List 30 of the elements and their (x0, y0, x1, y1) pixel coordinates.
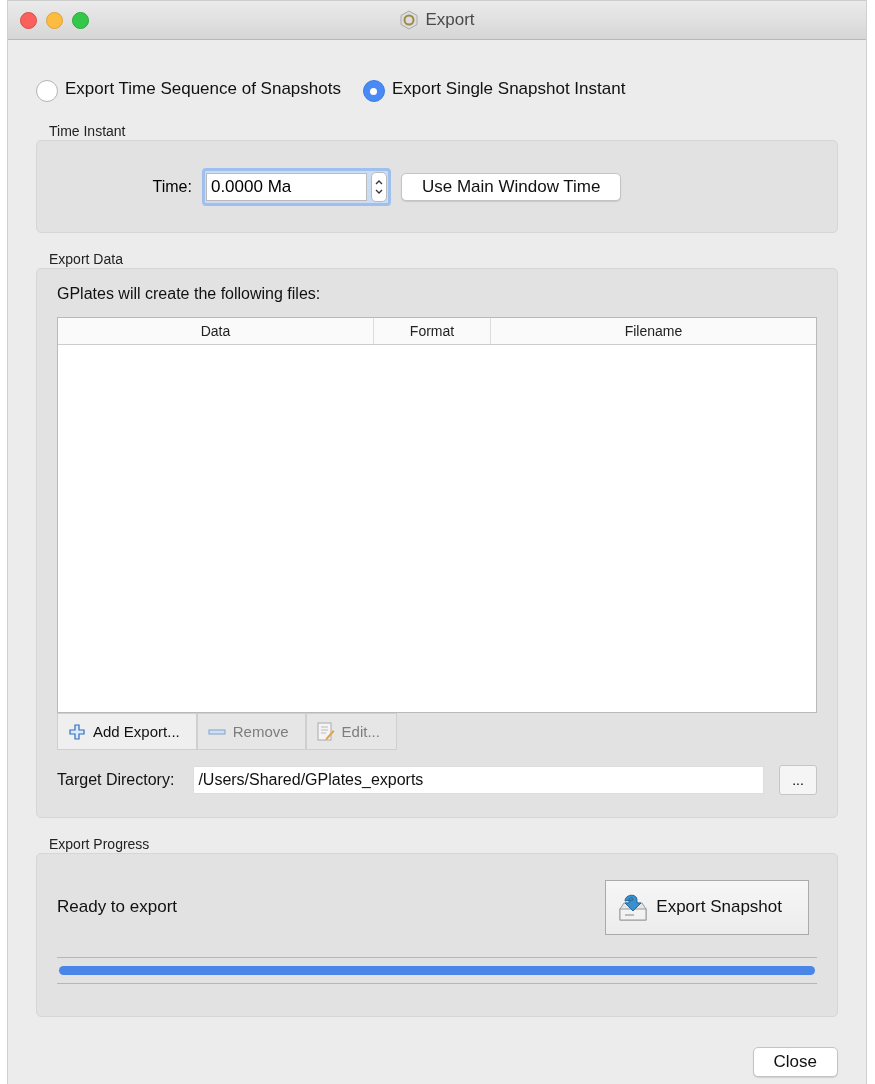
close-button[interactable]: Close (752, 1047, 838, 1077)
plus-icon (68, 722, 86, 741)
column-header[interactable]: Data (58, 318, 374, 344)
time-spinbox[interactable]: 0.0000 Ma (201, 167, 391, 206)
app-icon (399, 10, 420, 30)
close-window-button[interactable] (20, 11, 37, 29)
status-text: Ready to export (57, 897, 177, 917)
browse-button[interactable]: ... (779, 765, 817, 795)
time-label: Time: (152, 177, 192, 196)
radio-label: Export Time Sequence of Snapshots (65, 79, 341, 99)
mode-radio[interactable]: Export Time Sequence of Snapshots (36, 76, 341, 102)
export-snapshot-button[interactable]: Export Snapshot (605, 879, 809, 935)
table-button[interactable]: Add Export... (57, 713, 197, 750)
stepper-icon[interactable] (370, 171, 387, 202)
minimize-window-button[interactable] (46, 11, 63, 29)
section-title: Export Data (49, 251, 124, 268)
target-directory-label: Target Directory: (57, 771, 175, 789)
use-main-window-time-button[interactable]: Use Main Window Time (400, 172, 622, 201)
pencil-document-icon (316, 721, 335, 742)
target-directory-field[interactable]: /Users/Shared/GPlates_exports (193, 766, 764, 794)
section-title: Time Instant (49, 123, 127, 140)
section-title: Export Progress (49, 836, 151, 853)
radio-label: Export Single Snapshot Instant (391, 79, 626, 99)
minus-icon (207, 727, 226, 736)
zoom-window-button[interactable] (72, 11, 89, 29)
mode-radio[interactable]: Export Single Snapshot Instant (362, 76, 626, 102)
column-header[interactable]: Format (374, 318, 491, 344)
column-header[interactable]: Filename (491, 318, 816, 344)
intro-text: GPlates will create the following files: (57, 285, 322, 303)
window-title: Export (425, 10, 475, 30)
